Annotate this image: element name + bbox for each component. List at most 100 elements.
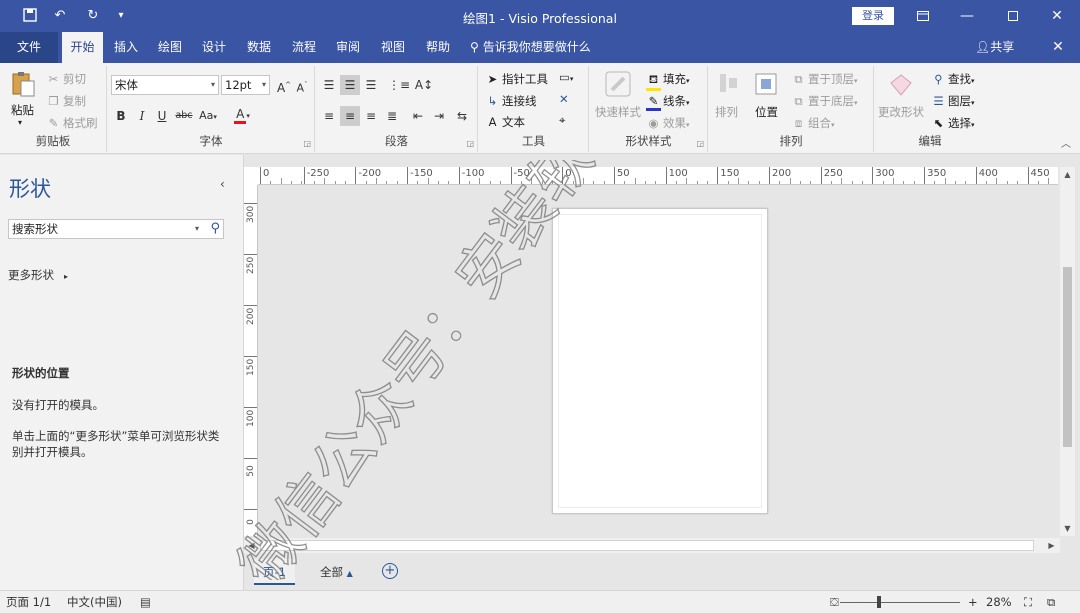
shape-styles-dialog-launcher-icon[interactable]: ◲ — [696, 139, 704, 148]
switch-windows-icon[interactable]: ⧉ — [1047, 591, 1055, 613]
x-connector-icon[interactable]: ✕ — [559, 92, 569, 106]
pointer-tool-button[interactable]: ➤ 指针工具 — [485, 71, 548, 87]
scroll-right-icon[interactable]: ▶ — [1044, 538, 1059, 553]
format-painter-label: 格式刷 — [63, 116, 98, 130]
login-button[interactable]: 登录 — [852, 7, 894, 25]
ruler-minor-tick — [582, 178, 584, 184]
group-shapes-button[interactable]: ⧈ 组合▾ — [791, 115, 835, 131]
position-button[interactable] — [753, 71, 779, 102]
drawing-canvas[interactable] — [258, 185, 1058, 536]
search-icon[interactable]: ⚲ — [210, 220, 220, 238]
collapse-pane-icon[interactable]: ‹ — [220, 177, 225, 191]
vertical-scrollbar[interactable]: ▲ ▼ — [1060, 167, 1075, 536]
paragraph-dialog-launcher-icon[interactable]: ◲ — [466, 139, 474, 148]
font-size-combo[interactable]: 12pt ▾ — [221, 75, 270, 95]
presentation-mode-icon[interactable]: ⛋ — [830, 591, 839, 613]
align-top-icon[interactable]: ☰ — [319, 75, 339, 95]
strikethrough-button[interactable]: abc — [172, 106, 196, 126]
font-name-combo[interactable]: 宋体 ▾ — [111, 75, 219, 95]
tab-review[interactable]: 审阅 — [328, 32, 368, 63]
horizontal-scroll-thumb[interactable] — [260, 540, 1034, 551]
tab-help[interactable]: 帮助 — [418, 32, 458, 63]
tell-me-search[interactable]: ⚲ 告诉我你想要做什么 — [470, 32, 591, 63]
scroll-left-icon[interactable]: ◀ — [244, 538, 259, 553]
rectangle-shape-button[interactable]: ▭▾ — [559, 70, 573, 84]
change-shape-button[interactable] — [887, 71, 915, 102]
drawing-page[interactable] — [552, 208, 768, 514]
fill-button[interactable]: ⛾ 填充▾ — [646, 71, 690, 91]
chevron-up-icon[interactable]: ︿ — [1061, 135, 1071, 150]
connector-button[interactable]: ↳ 连接线 — [485, 93, 537, 109]
bold-button[interactable]: B — [111, 106, 131, 126]
tab-file[interactable]: 文件 — [0, 32, 58, 63]
text-tool-button[interactable]: A 文本 — [485, 114, 525, 130]
tab-view[interactable]: 视图 — [372, 32, 414, 63]
align-bottom-icon[interactable]: ☰ — [361, 75, 381, 95]
horizontal-scrollbar[interactable]: ◀ ▶ — [244, 538, 1060, 553]
minimize-icon[interactable]: — — [944, 0, 990, 32]
more-shapes-menu[interactable]: 更多形状 ▸ — [8, 267, 68, 283]
paste-dropdown-icon[interactable]: ▾ — [18, 118, 22, 127]
copy-button[interactable]: ❐ 复制 — [46, 93, 86, 109]
tab-draw[interactable]: 绘图 — [150, 32, 190, 63]
search-shapes-input[interactable]: 搜索形状 ▾ ⚲ — [8, 219, 224, 239]
bring-to-front-button[interactable]: ⧉ 置于顶层▾ — [791, 71, 857, 87]
align-right-icon[interactable]: ≡ — [361, 106, 381, 126]
bullets-icon[interactable]: ⋮≡ — [388, 75, 410, 95]
align-shapes-button[interactable] — [717, 71, 741, 102]
fit-page-icon[interactable]: ⛶ — [1024, 591, 1032, 613]
tab-home[interactable]: 开始 — [62, 32, 103, 63]
close-document-icon[interactable]: ✕ — [1048, 32, 1068, 63]
rtl-icon[interactable]: ⇆ — [452, 106, 472, 126]
share-button[interactable]: 👤︎共享 — [975, 32, 1014, 63]
cut-button[interactable]: ✂ 剪切 — [46, 71, 86, 87]
find-button[interactable]: ⚲ 查找▾ — [931, 71, 974, 87]
select-button[interactable]: ⬉ 选择▾ — [931, 115, 975, 131]
scroll-down-icon[interactable]: ▼ — [1060, 521, 1075, 536]
grow-font-button[interactable]: A^ — [274, 75, 294, 95]
justify-icon[interactable]: ≣ — [382, 106, 402, 126]
shrink-font-button[interactable]: Aˇ — [292, 75, 312, 95]
language-status[interactable]: 中文(中国) — [67, 591, 122, 613]
tab-process[interactable]: 流程 — [284, 32, 324, 63]
change-case-button[interactable]: Aa▾ — [196, 106, 220, 126]
chevron-down-icon[interactable]: ▾ — [195, 220, 199, 238]
line-button[interactable]: ✎ 线条▾ — [646, 93, 690, 111]
paste-button[interactable] — [10, 70, 40, 101]
font-color-button[interactable]: A ▾ — [228, 104, 256, 124]
italic-button[interactable]: I — [132, 106, 152, 126]
maximize-icon[interactable] — [990, 0, 1036, 32]
send-to-back-button[interactable]: ⧉ 置于底层▾ — [791, 93, 857, 109]
format-painter-button[interactable]: ✎ 格式刷 — [46, 115, 98, 131]
vertical-ruler[interactable]: 300 250 200 150 100 50 0 — [244, 185, 258, 536]
page-tab[interactable]: 页-1 — [254, 559, 295, 585]
effects-button[interactable]: ◉ 效果▾ — [646, 115, 689, 131]
tab-insert[interactable]: 插入 — [106, 32, 146, 63]
macro-record-icon[interactable]: ▤ — [140, 591, 151, 613]
align-middle-icon[interactable]: ☰ — [340, 75, 360, 95]
tab-design[interactable]: 设计 — [194, 32, 234, 63]
page-number-status[interactable]: 页面 1/1 — [6, 591, 51, 613]
tab-data[interactable]: 数据 — [238, 32, 280, 63]
decrease-indent-icon[interactable]: ⇤ — [408, 106, 428, 126]
underline-button[interactable]: U — [152, 106, 172, 126]
ribbon-display-icon[interactable] — [900, 0, 946, 32]
connection-point-icon[interactable]: ⌖ — [559, 113, 565, 128]
zoom-in-button[interactable]: + — [968, 591, 978, 613]
increase-indent-icon[interactable]: ⇥ — [429, 106, 449, 126]
close-icon[interactable]: ✕ — [1034, 0, 1080, 32]
zoom-slider-thumb[interactable] — [877, 596, 881, 608]
vertical-scroll-thumb[interactable] — [1063, 267, 1072, 447]
zoom-slider[interactable] — [840, 602, 960, 603]
scroll-up-icon[interactable]: ▲ — [1060, 167, 1075, 182]
zoom-level[interactable]: 28% — [986, 591, 1012, 613]
all-pages-button[interactable]: 全部 ▲ — [320, 559, 353, 585]
horizontal-ruler[interactable]: 0 -250 -200 -150 -100 -50 0 50 100 150 200 250 300 35… — [258, 167, 1058, 185]
layers-button[interactable]: ☰ 图层▾ — [931, 93, 974, 109]
text-direction-icon[interactable]: A↕ — [414, 75, 434, 95]
align-left-icon[interactable]: ≡ — [319, 106, 339, 126]
font-dialog-launcher-icon[interactable]: ◲ — [303, 139, 311, 148]
align-center-icon[interactable]: ≡ — [340, 106, 360, 126]
quick-styles-button[interactable] — [604, 70, 634, 101]
add-page-icon[interactable]: + — [382, 563, 398, 579]
